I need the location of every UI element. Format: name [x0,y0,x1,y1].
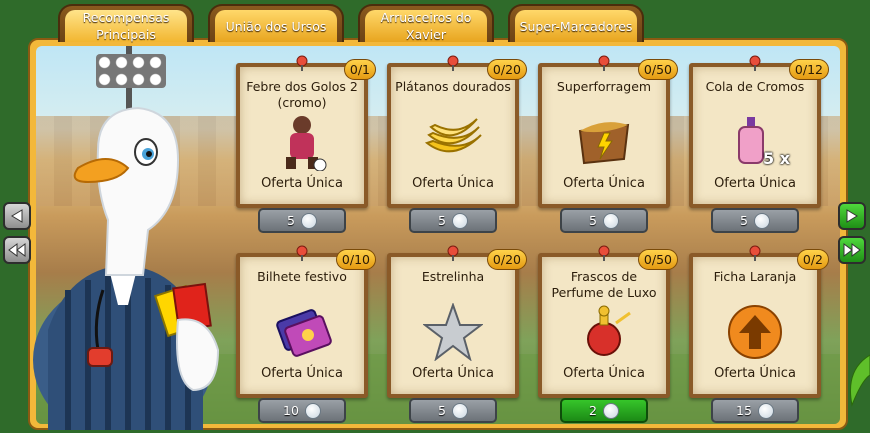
pin-icon [296,55,308,71]
quantity-counter-badge: 0/12 [788,59,829,80]
card-title: Ficha Laranja [713,269,797,284]
chevron-right-icon [846,209,858,223]
coin-icon [304,402,321,419]
pin-icon [296,245,308,261]
tab-label: Super-Marcadores [519,18,633,34]
pin-icon [447,245,459,261]
card-title: Cola de Cromos [705,79,805,94]
super-fodder-icon [578,122,630,165]
price-value: 2 [589,403,597,418]
price-value: 15 [736,403,752,418]
reward-card[interactable]: 0/12 Cola de Cromos 5 x Oferta Única 5 [689,53,829,233]
buy-button[interactable]: 5 [258,208,346,233]
golden-bananas-icon [424,118,482,153]
price-value: 5 [438,403,446,418]
tab-main-rewards[interactable]: Recompensas Principais [58,4,194,42]
pin-icon [749,55,761,71]
offer-label: Oferta Única [714,176,796,191]
next-page-button[interactable] [838,202,866,230]
coin-icon [451,212,468,229]
offer-label: Oferta Única [412,176,494,191]
silver-star-icon [423,303,483,361]
card-title: Bilhete festivo [257,269,347,284]
quantity-counter-badge: 0/50 [637,59,678,80]
floodlight-icon [96,54,166,88]
buy-button[interactable]: 2 [560,398,648,423]
quantity-counter-badge: 0/20 [486,59,527,80]
buy-button[interactable]: 5 [711,208,799,233]
card-title: Febre dos Golos 2 (cromo) [246,79,358,110]
offer-label: Oferta Única [563,366,645,381]
reward-card[interactable]: 0/50 Superforragem Oferta Única 5 [538,53,678,233]
pin-icon [598,55,610,71]
coin-icon [602,402,619,419]
multiplier-badge: 5 x [763,149,791,168]
first-page-button[interactable] [3,236,31,264]
buy-button[interactable]: 5 [409,398,497,423]
tab-label: Recompensas Principais [82,10,170,42]
offer-label: Oferta Única [261,366,343,381]
tab-label: União dos Ursos [225,18,327,34]
offer-label: Oferta Única [261,176,343,191]
buy-button[interactable]: 15 [711,398,799,423]
card-title: Superforragem [556,79,652,94]
card-title: Estrelinha [421,269,485,284]
coin-icon [451,402,468,419]
reward-card[interactable]: 0/2 Ficha Laranja Oferta Única 15 [689,243,829,423]
offer-label: Oferta Única [412,366,494,381]
buy-button[interactable]: 5 [409,208,497,233]
buy-button[interactable]: 5 [560,208,648,233]
reward-card[interactable]: 0/20 Plátanos dourados Oferta Única 5 [387,53,527,233]
festive-ticket-icon [276,309,332,357]
coin-icon [300,212,317,229]
luxury-perfume-icon [587,305,631,356]
previous-page-button[interactable] [3,202,31,230]
double-chevron-left-icon [8,243,26,257]
tab-super-scorers[interactable]: Super-Marcadores [508,4,644,42]
coin-icon [753,212,770,229]
double-chevron-right-icon [843,243,861,257]
bear-sticker-icon [286,116,327,171]
quantity-counter-badge: 0/10 [335,249,376,270]
price-value: 5 [740,213,748,228]
offer-label: Oferta Única [714,366,796,381]
pin-icon [749,245,761,261]
card-title: Frascos de Perfume de Luxo [551,269,657,300]
price-value: 5 [287,213,295,228]
price-value: 10 [283,403,299,418]
offer-label: Oferta Única [563,176,645,191]
reward-card[interactable]: 0/10 Bilhete festivo Oferta Única 10 [236,243,376,423]
reward-card[interactable]: 0/20 Estrelinha Oferta Única 5 [387,243,527,423]
referee-goose-mascot-icon [33,106,220,430]
price-value: 5 [438,213,446,228]
quantity-counter-badge: 0/20 [486,249,527,270]
quantity-counter-badge: 0/2 [796,249,829,270]
price-value: 5 [589,213,597,228]
tab-bar: Recompensas Principais União dos Ursos A… [0,0,870,44]
quantity-counter-badge: 0/1 [343,59,376,80]
tab-label: Arruaceiros do Xavier [380,10,472,42]
orange-token-icon [728,305,782,359]
chevron-left-icon [11,209,23,223]
coin-icon [602,212,619,229]
quantity-counter-badge: 0/50 [637,249,678,270]
buy-button[interactable]: 10 [258,398,346,423]
tab-bear-union[interactable]: União dos Ursos [208,4,344,42]
card-title: Plátanos dourados [395,79,511,94]
last-page-button[interactable] [838,236,866,264]
reward-card[interactable]: 0/50 Frascos de Perfume de Luxo Oferta Ú… [538,243,678,423]
leaf-icon [850,354,870,407]
pin-icon [447,55,459,71]
coin-icon [757,402,774,419]
pin-icon [598,245,610,261]
tab-xavier-rowdies[interactable]: Arruaceiros do Xavier [358,4,494,42]
reward-card[interactable]: 0/1 Febre dos Golos 2 (cromo) Oferta Úni… [236,53,376,233]
